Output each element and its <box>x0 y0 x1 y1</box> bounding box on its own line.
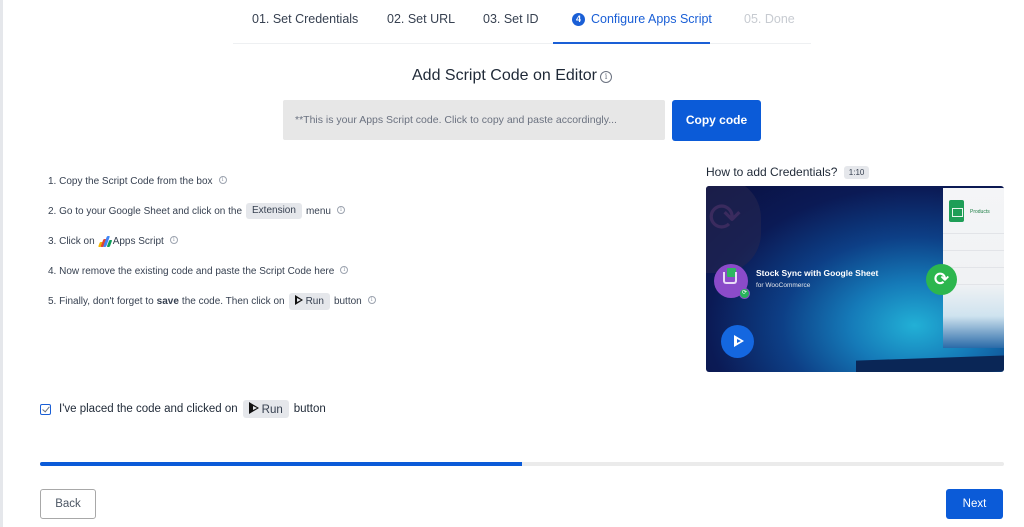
step-number-badge: 4 <box>572 13 585 26</box>
tab-set-credentials[interactable]: 01. Set Credentials <box>252 12 358 26</box>
plugin-logo-icon: ⟳ <box>714 264 750 299</box>
step-text: Apps Script <box>112 236 164 247</box>
step-text: 4. Now remove the existing code and past… <box>48 266 335 277</box>
tab-done[interactable]: 05. Done <box>744 12 795 26</box>
sheet-row-line <box>943 233 1004 234</box>
tab-label: 01. Set Credentials <box>252 12 359 26</box>
apps-script-logo-icon <box>97 236 112 247</box>
chip-label: Run <box>261 404 283 416</box>
step-text: the code. Then click on <box>181 296 285 307</box>
step-text: 1. Copy the Script Code from the box <box>48 176 213 187</box>
sync-badge-icon: ⟳ <box>739 288 750 299</box>
wizard-progress-bar <box>40 462 1004 466</box>
play-icon <box>248 402 259 414</box>
step-text: button <box>333 296 362 307</box>
info-circle-icon[interactable]: i <box>336 206 345 214</box>
step-item-1: 1. Copy the Script Code from the box i <box>48 176 376 206</box>
tab-label: Configure Apps Script <box>591 12 712 26</box>
step-bold-text: save <box>156 296 179 307</box>
tab-label: 05. Done <box>744 12 795 26</box>
confirm-text: button <box>293 403 326 415</box>
tutorial-video-thumbnail[interactable]: ⟳ Products ⟳ Stock Sync with Google Shee… <box>706 186 1004 372</box>
step-text: 5. Finally, don't forget to <box>48 296 154 307</box>
confirm-placed-code-checkbox-row[interactable]: I've placed the code and clicked on Run … <box>40 400 326 418</box>
copy-code-button[interactable]: Copy code <box>672 100 761 141</box>
heading-text: Add Script Code on Editor <box>412 67 597 84</box>
info-circle-icon[interactable]: i <box>218 176 227 184</box>
chip-label: Run <box>305 296 324 307</box>
video-title-text: How to add Credentials? <box>706 165 838 179</box>
step-text: 3. Click on <box>48 236 95 247</box>
video-title: How to add Credentials? 1:10 <box>706 165 870 179</box>
tab-label: 03. Set ID <box>483 12 539 26</box>
step-item-5: 5. Finally, don't forget to save the cod… <box>48 293 376 326</box>
tab-set-id[interactable]: 03. Set ID <box>483 12 539 26</box>
tab-set-url[interactable]: 02. Set URL <box>387 12 455 26</box>
section-heading: Add Script Code on Editor i <box>0 67 1024 85</box>
sync-icon: ⟳ <box>926 264 957 295</box>
sync-icon: ⟳ <box>708 196 742 240</box>
confirm-text: I've placed the code and clicked on <box>59 403 238 415</box>
tab-configure-apps-script[interactable]: 4 Configure Apps Script <box>572 12 712 26</box>
video-duration-badge: 1:10 <box>843 166 870 179</box>
decorative-floor <box>856 355 1004 372</box>
google-sheets-icon <box>949 200 964 222</box>
info-circle-icon[interactable]: i <box>367 296 376 304</box>
plugin-subtitle: for WooCommerce <box>756 282 811 289</box>
run-button-chip: Run <box>242 400 289 418</box>
extension-menu-chip: Extension <box>246 203 302 219</box>
step-item-3: 3. Click on Apps Script i <box>48 236 376 266</box>
tab-label: 02. Set URL <box>387 12 456 26</box>
info-circle-icon[interactable]: i <box>340 266 349 274</box>
back-button[interactable]: Back <box>40 489 96 519</box>
script-code-box[interactable]: **This is your Apps Script code. Click t… <box>283 100 665 140</box>
progress-fill <box>40 462 522 466</box>
step-text: menu <box>305 206 331 217</box>
run-button-chip: Run <box>288 293 330 310</box>
cart-icon <box>723 272 737 284</box>
step-text: 2. Go to your Google Sheet and click on … <box>48 206 243 217</box>
step-item-2: 2. Go to your Google Sheet and click on … <box>48 203 376 236</box>
active-tab-indicator <box>553 42 710 44</box>
play-icon <box>294 295 303 305</box>
plugin-name: Stock Sync with Google Sheet <box>756 268 879 278</box>
step-item-4: 4. Now remove the existing code and past… <box>48 266 376 296</box>
next-button[interactable]: Next <box>946 489 1003 519</box>
sheet-label: Products <box>970 209 990 215</box>
sheet-row-line <box>943 250 1004 251</box>
play-video-button[interactable] <box>721 325 754 358</box>
info-circle-icon[interactable]: i <box>600 71 612 83</box>
info-circle-icon[interactable]: i <box>169 236 178 244</box>
instruction-steps: 1. Copy the Script Code from the box i 2.… <box>48 176 376 326</box>
confirm-checkbox[interactable] <box>40 403 51 415</box>
